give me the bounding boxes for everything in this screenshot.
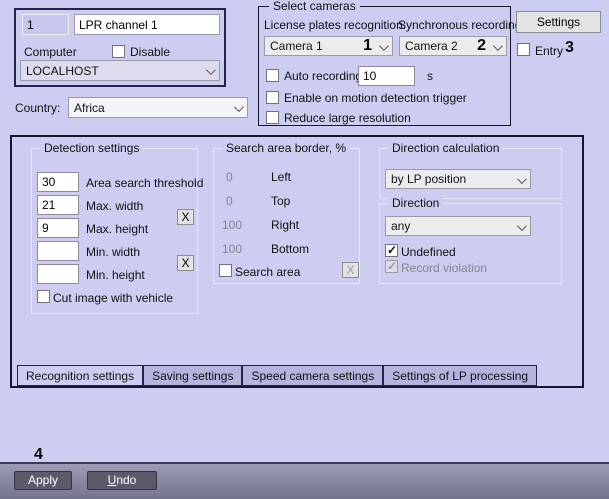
auto-recording-label: Auto recording [284,69,362,83]
computer-select-value: LOCALHOST [26,64,99,78]
direction-legend: Direction [388,196,443,210]
border-bottom-value: 100 [222,242,242,256]
direction-calculation-legend: Direction calculation [388,141,503,155]
disable-checkbox[interactable] [112,45,125,58]
clear-min-size-button[interactable]: X [177,255,194,271]
reduce-resolution-label: Reduce large resolution [284,111,411,125]
chevron-down-icon [493,41,503,51]
settings-button[interactable]: Settings [516,11,601,33]
tab-strip: Recognition settings Saving settings Spe… [17,365,537,386]
annotation-1: 1 [363,37,372,55]
channel-number-input[interactable] [22,14,69,35]
sync-camera-select-value: Camera 2 [405,39,458,53]
computer-select[interactable]: LOCALHOST [20,60,220,81]
record-violation-label: Record violation [401,261,487,275]
tab-speed-camera-settings[interactable]: Speed camera settings [242,365,383,386]
select-cameras-legend: Select cameras [269,0,360,13]
apply-button[interactable]: Apply [14,471,72,490]
border-top-value: 0 [226,194,233,208]
undefined-label: Undefined [401,245,456,259]
area-search-threshold-input[interactable] [37,172,79,192]
select-cameras-group: Select cameras License plates recognitio… [258,6,511,126]
chevron-down-icon [517,174,527,184]
direction-select[interactable]: any [385,216,531,236]
annotation-3: 3 [565,39,574,57]
cut-image-checkbox[interactable] [37,290,50,303]
undo-button[interactable]: Undo [87,471,157,490]
direction-group: Direction any Undefined Record violation [379,203,562,284]
reduce-resolution-checkbox[interactable] [266,111,279,124]
country-label: Country: [15,101,60,115]
country-select[interactable]: Africa [68,97,248,118]
lpr-camera-select-value: Camera 1 [270,39,323,53]
chevron-down-icon [234,102,244,112]
annotation-2: 2 [477,37,486,55]
max-width-input[interactable] [37,195,79,215]
disable-label: Disable [130,45,170,59]
search-area-checkbox[interactable] [219,264,232,277]
max-height-label: Max. height [86,222,148,236]
max-height-input[interactable] [37,218,79,238]
detection-settings-legend: Detection settings [40,141,143,155]
channel-id-box: Computer Disable LOCALHOST [14,8,226,87]
direction-calculation-group: Direction calculation by LP position [379,148,562,199]
cut-image-label: Cut image with vehicle [53,291,173,305]
border-top-label: Top [271,194,290,208]
search-area-border-group: Search area border, % 0 Left 0 Top 100 R… [213,148,360,284]
motion-trigger-label: Enable on motion detection trigger [284,91,467,105]
chevron-down-icon [517,221,527,231]
country-select-value: Africa [74,101,105,115]
computer-label: Computer [24,45,77,59]
tab-settings-of-lp-processing[interactable]: Settings of LP processing [383,365,537,386]
sync-recording-label: Synchronous recording: [398,18,525,32]
clear-max-size-button[interactable]: X [177,209,194,225]
border-right-label: Right [271,218,299,232]
lpr-recognition-label: License plates recognition: [264,18,406,32]
search-area-border-legend: Search area border, % [222,141,350,155]
border-left-value: 0 [226,170,233,184]
area-search-threshold-label: Area search threshold [86,176,203,190]
lpr-camera-select[interactable]: Camera 1 1 [264,36,393,56]
border-left-label: Left [271,170,291,184]
border-right-value: 100 [222,218,242,232]
direction-calculation-value: by LP position [391,172,466,186]
min-height-label: Min. height [86,268,145,282]
entry-label: Entry [535,44,563,58]
border-bottom-label: Bottom [271,242,309,256]
channel-name-input[interactable] [74,14,220,35]
entry-checkbox[interactable] [517,43,530,56]
record-violation-checkbox[interactable] [385,260,398,273]
chevron-down-icon [206,65,216,75]
chevron-down-icon [379,41,389,51]
seconds-unit-label: s [427,69,433,83]
auto-recording-seconds-input[interactable] [358,66,415,86]
auto-recording-checkbox[interactable] [266,69,279,82]
tab-recognition-settings[interactable]: Recognition settings [17,365,143,386]
tab-saving-settings[interactable]: Saving settings [143,365,242,386]
recognition-settings-panel: Detection settings Area search threshold… [10,135,584,388]
clear-search-area-button[interactable]: X [342,262,359,278]
direction-calculation-select[interactable]: by LP position [385,169,531,189]
min-height-input[interactable] [37,264,79,284]
min-width-input[interactable] [37,241,79,261]
detection-settings-group: Detection settings Area search threshold… [31,148,198,314]
direction-select-value: any [391,219,410,233]
sync-camera-select[interactable]: Camera 2 2 [399,36,507,56]
search-area-label: Search area [235,265,300,279]
min-width-label: Min. width [86,245,140,259]
max-width-label: Max. width [86,199,143,213]
motion-trigger-checkbox[interactable] [266,91,279,104]
undefined-checkbox[interactable] [385,244,398,257]
